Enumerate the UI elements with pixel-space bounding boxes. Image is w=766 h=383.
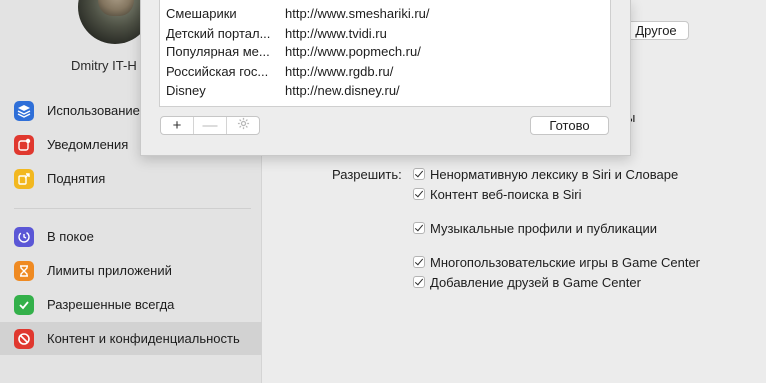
hourglass-icon: [14, 260, 34, 281]
layers-icon: [14, 100, 34, 121]
list-item[interactable]: Смешарики http://www.smeshariki.ru/: [160, 3, 610, 23]
sidebar-divider: [14, 208, 251, 209]
allow-label: Разрешить:: [332, 167, 402, 182]
sidebar-item-pickups[interactable]: Поднятия: [0, 162, 262, 195]
list-item[interactable]: Детский портал... http://www.tvidi.ru: [160, 23, 610, 43]
sidebar-item-label: Использование: [47, 103, 140, 118]
sidebar-item-label: Уведомления: [47, 137, 129, 152]
site-name: Детский портал...: [166, 25, 271, 41]
list-item[interactable]: Российская гос... http://www.rgdb.ru/: [160, 61, 610, 81]
check-explicit-language[interactable]: Ненормативную лексику в Siri и Словаре: [413, 166, 678, 182]
checkbox[interactable]: [413, 188, 425, 200]
check-music-profiles[interactable]: Музыкальные профили и публикации: [413, 220, 657, 236]
check-label: Многопользовательские игры в Game Center: [430, 254, 701, 270]
site-url: http://www.popmech.ru/: [285, 43, 421, 59]
gear-icon: [237, 117, 250, 134]
downtime-icon: [14, 226, 34, 247]
site-name: Российская гос...: [166, 63, 269, 79]
list-item[interactable]: Disney http://new.disney.ru/: [160, 80, 610, 100]
site-url: http://new.disney.ru/: [285, 82, 400, 98]
check-label: Ненормативную лексику в Siri и Словаре: [430, 166, 679, 182]
remove-button[interactable]: —: [194, 117, 227, 134]
check-multiplayer-games[interactable]: Многопользовательские игры в Game Center: [413, 254, 700, 270]
list-item[interactable]: Популярная ме... http://www.popmech.ru/: [160, 41, 610, 61]
sidebar-item-always-allowed[interactable]: Разрешенные всегда: [0, 288, 262, 321]
sidebar-item-content-privacy[interactable]: Контент и конфиденциальность: [0, 322, 262, 355]
site-name: Популярная ме...: [166, 43, 270, 59]
check-label: Музыкальные профили и публикации: [430, 220, 658, 236]
done-button[interactable]: Готово: [530, 116, 609, 135]
sidebar-item-label: Поднятия: [47, 171, 106, 186]
site-url: http://www.tvidi.ru: [285, 25, 387, 41]
check-label: Контент веб-поиска в Siri: [430, 186, 582, 202]
notification-icon: [14, 134, 34, 155]
checkbox[interactable]: [413, 276, 425, 288]
sidebar-item-label: Контент и конфиденциальность: [47, 331, 240, 346]
user-name: Dmitry IT-H: [71, 58, 137, 73]
sidebar-item-label: В покое: [47, 229, 94, 244]
site-name: Смешарики: [166, 5, 237, 21]
websites-sheet: Смешарики http://www.smeshariki.ru/ Детс…: [140, 0, 631, 156]
site-url: http://www.smeshariki.ru/: [285, 5, 430, 21]
pickups-icon: [14, 168, 34, 189]
restriction-icon: [14, 328, 34, 349]
sidebar-item-app-limits[interactable]: Лимиты приложений: [0, 254, 262, 287]
list-controls: + —: [160, 116, 260, 135]
website-list[interactable]: Смешарики http://www.smeshariki.ru/ Детс…: [159, 0, 611, 107]
check-badge-icon: [14, 294, 34, 315]
add-button[interactable]: +: [161, 117, 194, 134]
sidebar-item-label: Лимиты приложений: [47, 263, 172, 278]
site-name: Disney: [166, 82, 206, 98]
checkbox[interactable]: [413, 168, 425, 180]
site-url: http://www.rgdb.ru/: [285, 63, 394, 79]
sidebar-item-downtime[interactable]: В покое: [0, 220, 262, 253]
checkbox[interactable]: [413, 256, 425, 268]
checkbox[interactable]: [413, 222, 425, 234]
check-add-friends[interactable]: Добавление друзей в Game Center: [413, 274, 641, 290]
sidebar-item-label: Разрешенные всегда: [47, 297, 175, 312]
gear-button[interactable]: [227, 117, 259, 134]
other-button[interactable]: Другое: [623, 21, 689, 40]
check-web-search-content[interactable]: Контент веб-поиска в Siri: [413, 186, 582, 202]
check-label: Добавление друзей в Game Center: [430, 274, 641, 290]
